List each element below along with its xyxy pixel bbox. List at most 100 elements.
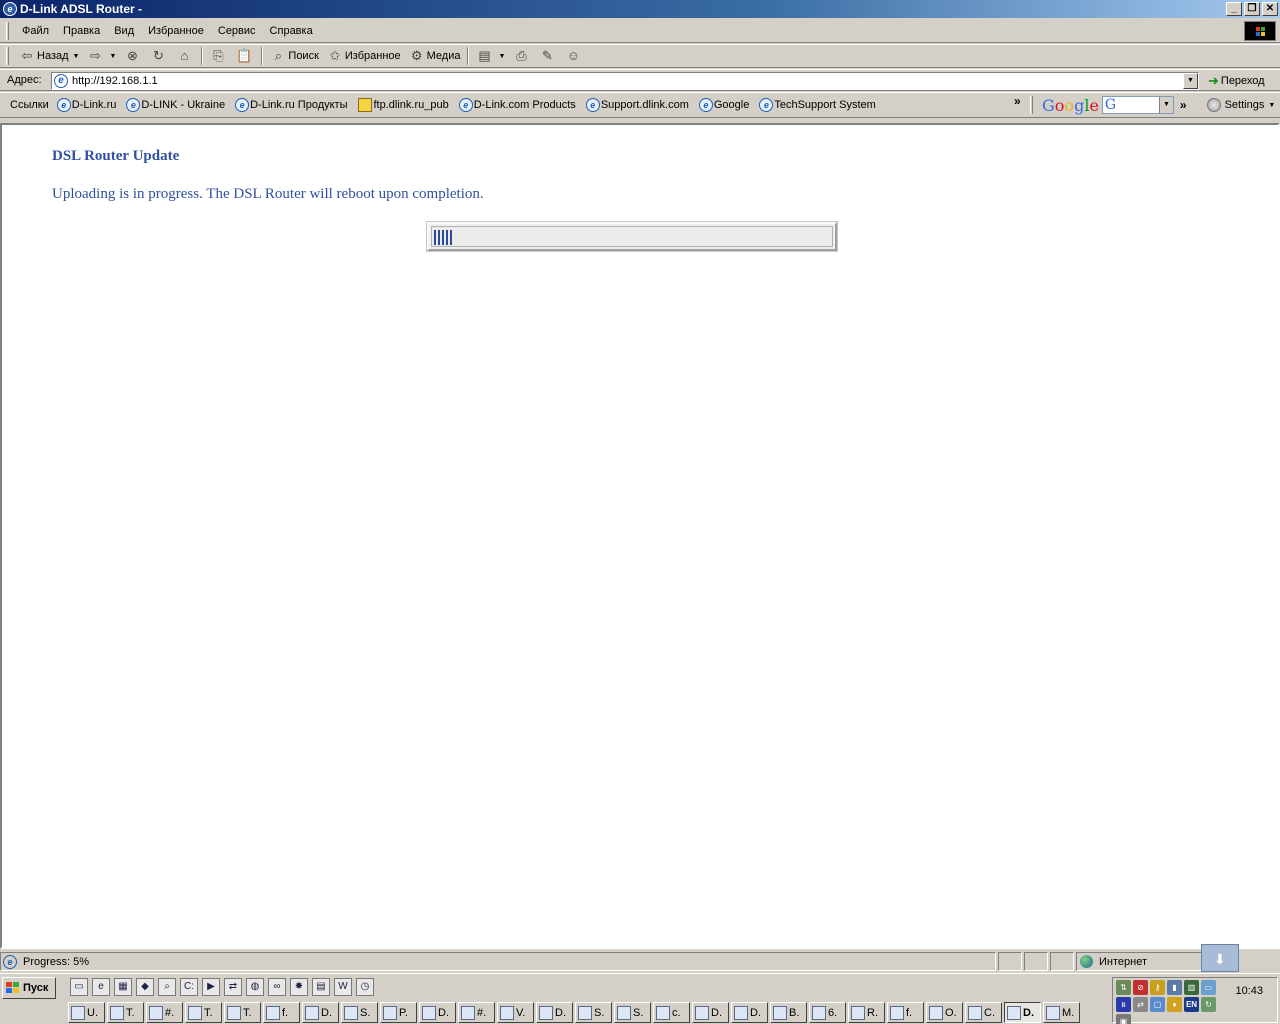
- print-button[interactable]: ⎙: [509, 45, 535, 67]
- shield-tray-icon[interactable]: ♦: [1167, 997, 1182, 1012]
- close-button[interactable]: ✕: [1262, 2, 1278, 16]
- taskbar-task-button[interactable]: c.: [653, 1002, 690, 1023]
- app-tray-icon[interactable]: ▥: [1184, 980, 1199, 995]
- history-button[interactable]: ▤ ▼: [472, 45, 509, 67]
- taskbar-task-button[interactable]: O.: [926, 1002, 963, 1023]
- edit-button[interactable]: ✎: [535, 45, 561, 67]
- taskbar-task-button[interactable]: S.: [575, 1002, 612, 1023]
- security-zone[interactable]: Интернет: [1076, 952, 1206, 971]
- show-desktop-icon[interactable]: ▭: [70, 978, 88, 996]
- paste-button[interactable]: 📋: [232, 45, 258, 67]
- taskbar-task-button[interactable]: T.: [224, 1002, 261, 1023]
- messenger-button[interactable]: ☺: [561, 45, 587, 67]
- taskbar-task-button[interactable]: P.: [380, 1002, 417, 1023]
- chevron-down-icon[interactable]: ▼: [73, 53, 80, 60]
- taskbar-task-button[interactable]: T.: [107, 1002, 144, 1023]
- taskbar-task-button[interactable]: D.: [536, 1002, 573, 1023]
- taskbar-task-button[interactable]: D.: [692, 1002, 729, 1023]
- taskbar-task-button[interactable]: f.: [887, 1002, 924, 1023]
- taskbar-task-button[interactable]: D.: [1004, 1002, 1041, 1023]
- maximize-button[interactable]: ❐: [1244, 2, 1260, 16]
- link-ftp-dlink[interactable]: ftp.dlink.ru_pub: [354, 98, 455, 112]
- chevron-down-icon[interactable]: ▼: [109, 53, 116, 60]
- monitor-tray-icon[interactable]: ▭: [1201, 980, 1216, 995]
- binoculars-icon[interactable]: ∞: [268, 978, 286, 996]
- taskbar-task-button[interactable]: M.: [1043, 1002, 1080, 1023]
- google-logo[interactable]: Google: [1042, 96, 1099, 115]
- taskbar-task-button[interactable]: f.: [263, 1002, 300, 1023]
- display-tray-icon[interactable]: ▢: [1150, 997, 1165, 1012]
- taskbar-task-button[interactable]: #.: [458, 1002, 495, 1023]
- clock-app-icon[interactable]: ◷: [356, 978, 374, 996]
- chevron-down-icon[interactable]: ▼: [1183, 73, 1198, 89]
- taskbar-task-button[interactable]: T.: [185, 1002, 222, 1023]
- taskbar-task-button[interactable]: R.: [848, 1002, 885, 1023]
- taskbar-task-button[interactable]: #.: [146, 1002, 183, 1023]
- search-button[interactable]: ⌕ Поиск: [266, 45, 322, 67]
- taskbar-task-button[interactable]: V.: [497, 1002, 534, 1023]
- network-tool-icon[interactable]: ⇄: [224, 978, 242, 996]
- window-title-bar[interactable]: e D-Link ADSL Router - _ ❐ ✕: [0, 0, 1280, 18]
- taskbar-task-button[interactable]: B.: [770, 1002, 807, 1023]
- minimize-button[interactable]: _: [1226, 2, 1242, 16]
- copy-button[interactable]: ⎘: [206, 45, 232, 67]
- menu-help[interactable]: Справка: [263, 25, 320, 37]
- download-arrow-icon[interactable]: ⬇: [1201, 944, 1239, 972]
- favorites-button[interactable]: ✩ Избранное: [323, 45, 405, 67]
- language-indicator[interactable]: EN: [1184, 997, 1199, 1012]
- menu-favorites[interactable]: Избранное: [141, 25, 211, 37]
- toolbar-grip[interactable]: [1030, 96, 1033, 114]
- media-player-icon[interactable]: ▶: [202, 978, 220, 996]
- link-dlink-ukraine[interactable]: e D-LINK - Ukraine: [122, 98, 231, 112]
- menu-edit[interactable]: Правка: [56, 25, 107, 37]
- app-launch-icon[interactable]: ◆: [136, 978, 154, 996]
- stop-button[interactable]: ⊗: [120, 45, 146, 67]
- globe-icon[interactable]: ◍: [246, 978, 264, 996]
- word-icon[interactable]: W: [334, 978, 352, 996]
- calculator-icon[interactable]: ▤: [312, 978, 330, 996]
- taskbar-task-button[interactable]: D.: [731, 1002, 768, 1023]
- chevron-down-icon[interactable]: ▼: [1158, 97, 1173, 113]
- app-tray-icon[interactable]: ▣: [1116, 1014, 1131, 1024]
- link-dlink-ru-products[interactable]: e D-Link.ru Продукты: [231, 98, 353, 112]
- command-prompt-icon[interactable]: C:: [180, 978, 198, 996]
- clock[interactable]: 10:43: [1235, 985, 1263, 997]
- forward-button[interactable]: ⇨ ▼: [83, 45, 120, 67]
- go-button[interactable]: ➜ Переход: [1208, 73, 1265, 89]
- taskbar-task-button[interactable]: S.: [341, 1002, 378, 1023]
- explorer-search-icon[interactable]: ⌕: [158, 978, 176, 996]
- refresh-button[interactable]: ↻: [146, 45, 172, 67]
- chevron-down-icon[interactable]: ▼: [498, 53, 505, 60]
- network-tray-icon[interactable]: ⇅: [1116, 980, 1131, 995]
- menu-tools[interactable]: Сервис: [211, 25, 263, 37]
- taskbar-task-button[interactable]: 6.: [809, 1002, 846, 1023]
- back-button[interactable]: ⇦ Назад ▼: [15, 45, 83, 67]
- settings-button[interactable]: Settings ▼: [1206, 98, 1275, 112]
- start-button[interactable]: Пуск: [2, 977, 56, 999]
- menu-file[interactable]: Файл: [15, 25, 56, 37]
- link-techsupport[interactable]: e TechSupport System: [755, 98, 882, 112]
- ie-launch-icon[interactable]: e: [92, 978, 110, 996]
- taskbar-task-button[interactable]: C.: [965, 1002, 1002, 1023]
- media-button[interactable]: ⚙ Медиа: [405, 45, 465, 67]
- link-support-dlink[interactable]: e Support.dlink.com: [582, 98, 695, 112]
- toolbar-grip[interactable]: [6, 21, 9, 40]
- toolbar-grip[interactable]: [6, 47, 9, 65]
- menu-view[interactable]: Вид: [107, 25, 141, 37]
- taskbar-task-button[interactable]: D.: [302, 1002, 339, 1023]
- home-button[interactable]: ⌂: [172, 45, 198, 67]
- app-launch-icon[interactable]: ✸: [290, 978, 308, 996]
- network-tray-icon[interactable]: ⇄: [1133, 997, 1148, 1012]
- grid-app-icon[interactable]: ▦: [114, 978, 132, 996]
- antivirus-tray-icon[interactable]: ⊘: [1133, 980, 1148, 995]
- link-dlink-ru[interactable]: e D-Link.ru: [53, 98, 123, 112]
- taskbar-task-button[interactable]: S.: [614, 1002, 651, 1023]
- links-overflow-chevron-icon[interactable]: »: [1008, 94, 1027, 108]
- link-google[interactable]: e Google: [695, 98, 755, 112]
- google-search-box[interactable]: G ▼: [1101, 96, 1174, 114]
- key-tray-icon[interactable]: ⚷: [1150, 980, 1165, 995]
- sync-tray-icon[interactable]: ↻: [1201, 997, 1216, 1012]
- connection-tray-icon[interactable]: ▮: [1167, 980, 1182, 995]
- link-dlink-com-products[interactable]: e D-Link.com Products: [455, 98, 582, 112]
- address-field[interactable]: e ▼: [51, 72, 1199, 90]
